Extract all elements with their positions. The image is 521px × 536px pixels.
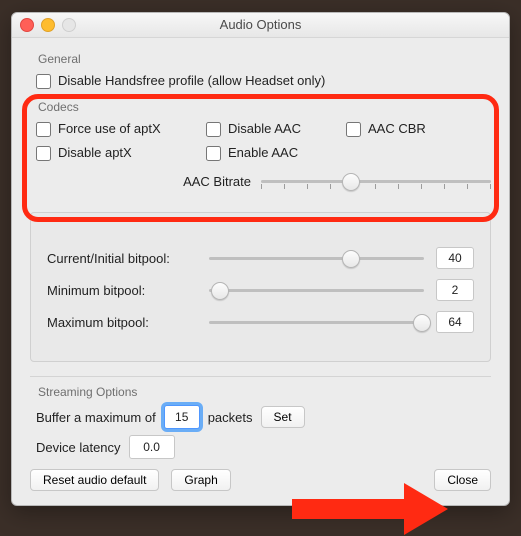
disable-aac-input[interactable] — [206, 122, 221, 137]
buffer-packets-input[interactable]: 15 — [164, 405, 200, 429]
separator — [30, 376, 491, 377]
aac-cbr-checkbox[interactable]: AAC CBR — [346, 120, 491, 138]
maximum-bitpool-label: Maximum bitpool: — [47, 315, 197, 330]
minimum-bitpool-label: Minimum bitpool: — [47, 283, 197, 298]
force-aptx-input[interactable] — [36, 122, 51, 137]
disable-aac-checkbox[interactable]: Disable AAC — [206, 120, 346, 138]
device-latency-label: Device latency — [36, 440, 121, 455]
disable-aptx-input[interactable] — [36, 146, 51, 161]
force-aptx-label: Force use of aptX — [58, 120, 161, 138]
disable-aac-label: Disable AAC — [228, 120, 301, 138]
set-button[interactable]: Set — [261, 406, 305, 428]
general-group-label: General — [38, 52, 491, 66]
reset-audio-default-button[interactable]: Reset audio default — [30, 469, 159, 491]
current-bitpool-slider[interactable] — [209, 249, 424, 267]
aac-cbr-label: AAC CBR — [368, 120, 426, 138]
minimum-bitpool-slider[interactable] — [209, 281, 424, 299]
maximum-bitpool-slider[interactable] — [209, 313, 424, 331]
disable-handsfree-checkbox[interactable]: Disable Handsfree profile (allow Headset… — [36, 72, 491, 90]
buffer-prefix-label: Buffer a maximum of — [36, 410, 156, 425]
disable-handsfree-input[interactable] — [36, 74, 51, 89]
device-latency-input[interactable]: 0.0 — [129, 435, 175, 459]
disable-aptx-label: Disable aptX — [58, 144, 132, 162]
window-title: Audio Options — [12, 17, 509, 32]
aac-bitrate-label: AAC Bitrate — [36, 174, 251, 189]
current-bitpool-value[interactable]: 40 — [436, 247, 474, 269]
current-bitpool-label: Current/Initial bitpool: — [47, 251, 197, 266]
streaming-group-label: Streaming Options — [38, 385, 491, 399]
minimum-bitpool-value[interactable]: 2 — [436, 279, 474, 301]
bitpool-group: Current/Initial bitpool: 40 Minimum bitp… — [30, 212, 491, 362]
graph-button[interactable]: Graph — [171, 469, 230, 491]
aac-cbr-input[interactable] — [346, 122, 361, 137]
enable-aac-input[interactable] — [206, 146, 221, 161]
titlebar: Audio Options — [12, 13, 509, 38]
force-aptx-checkbox[interactable]: Force use of aptX — [36, 120, 206, 138]
window-content: General Disable Handsfree profile (allow… — [12, 38, 509, 505]
enable-aac-checkbox[interactable]: Enable AAC — [206, 144, 346, 162]
audio-options-window: Audio Options General Disable Handsfree … — [11, 12, 510, 506]
disable-aptx-checkbox[interactable]: Disable aptX — [36, 144, 206, 162]
enable-aac-label: Enable AAC — [228, 144, 298, 162]
codecs-group-label: Codecs — [38, 100, 491, 114]
close-button[interactable]: Close — [434, 469, 491, 491]
buffer-suffix-label: packets — [208, 410, 253, 425]
maximum-bitpool-value[interactable]: 64 — [436, 311, 474, 333]
disable-handsfree-label: Disable Handsfree profile (allow Headset… — [58, 72, 325, 90]
aac-bitrate-slider[interactable] — [261, 172, 491, 190]
